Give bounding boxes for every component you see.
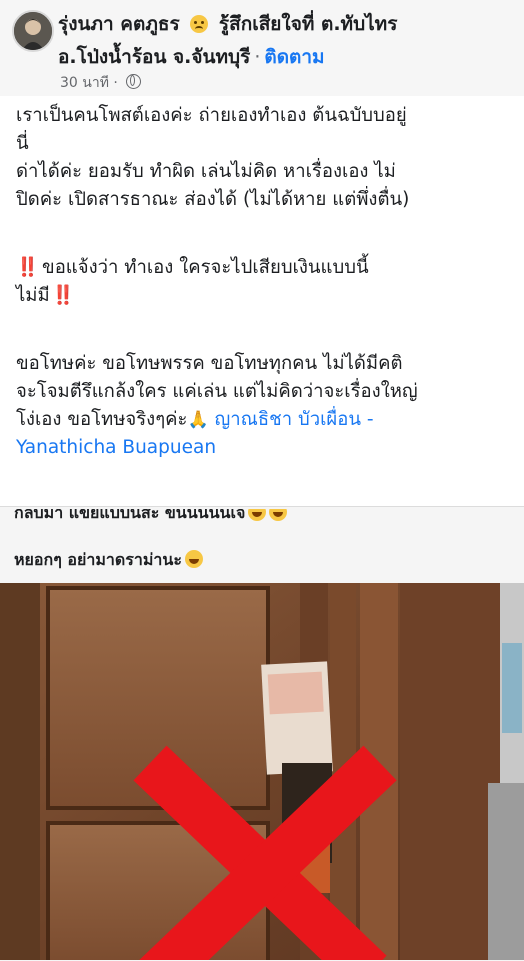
post-line: ไม่มี ‼️ — [16, 282, 516, 310]
avatar-image — [14, 12, 52, 50]
author-name[interactable]: รุ่งนภา คตภูธร — [58, 13, 180, 35]
post-line: ปิดค่ะ เปิดสารธาณะ ส่องได้ (ไม่ได้หาย แต… — [16, 189, 410, 210]
avatar[interactable] — [12, 10, 54, 52]
laughing-face-icon — [248, 509, 267, 521]
location-line: อ.โป่งน้ำร้อน จ.จันทบุรี · ติดตาม — [58, 45, 518, 69]
post-line-text: โง่เอง ขอโทษจริงๆค่ะ — [16, 409, 188, 430]
post-line: ด่าได้ค่ะ ยอมรับ ทำผิด เล่นไม่คิด หาเรื่… — [16, 161, 396, 182]
embedded-caption: หยอกๆ อย่ามาดราม่านะ — [14, 548, 203, 573]
sad-face-icon — [190, 15, 209, 33]
post-header: รุ่งนภา คตภูธร รู้สึกเสียใจที่ ต.ทับไทร … — [0, 0, 524, 96]
globe-icon[interactable] — [126, 74, 142, 89]
post-line-text: ขอแจ้งว่า ทำเอง ใครจะไปเสียบเงินแบบนี้ — [42, 257, 369, 278]
author-line: รุ่งนภา คตภูธร รู้สึกเสียใจที่ ต.ทับไทร — [58, 12, 518, 36]
laughing-face-icon — [184, 550, 203, 568]
double-exclamation-icon: ‼️ — [51, 285, 75, 306]
post-line-text: ไม่มี — [16, 285, 50, 306]
post-meta: 30 นาที · — [60, 74, 142, 92]
separator-dot: · — [254, 46, 261, 68]
follow-button[interactable]: ติดตาม — [264, 46, 324, 68]
embedded-caption-text: หยอกๆ อย่ามาดราม่านะ — [14, 550, 182, 569]
post-line: เราเป็นคนโพสต์เองค่ะ ถ่ายเองทำเอง ต้นฉบั… — [16, 105, 407, 126]
meta-dot: · — [113, 75, 123, 91]
praying-hands-icon: 🙏 — [187, 410, 209, 430]
double-exclamation-icon: ‼️ — [16, 257, 39, 278]
clipped-caption: กลับมา แขยแบบนสะ ขนนนนนเจ — [14, 509, 414, 525]
post-line: ‼️ ขอแจ้งว่า ทำเอง ใครจะไปเสียบเงินแบบนี้ — [16, 254, 516, 282]
location-text[interactable]: อ.โป่งน้ำร้อน จ.จันทบุรี — [58, 46, 250, 68]
post-line: ขอโทษค่ะ ขอโทษพรรค ขอโทษทุกคน ไม่ได้มีคต… — [16, 353, 403, 374]
feeling-text: รู้สึกเสียใจที่ ต.ทับไทร — [218, 13, 398, 35]
laughing-face-icon — [269, 509, 288, 521]
door-with-banknote-crossed-out-image — [0, 583, 524, 960]
mention-link[interactable]: Yanathicha Buapuean — [16, 437, 216, 458]
mention-link[interactable]: ญาณธิชา บัวเผื่อน - — [215, 409, 374, 430]
post-body: เราเป็นคนโพสต์เองค่ะ ถ่ายเองทำเอง ต้นฉบั… — [16, 102, 516, 462]
door-photo[interactable] — [0, 583, 524, 960]
clipped-caption-text: กลับมา แขยแบบนสะ ขนนนนนเจ — [14, 509, 246, 522]
timestamp[interactable]: 30 นาที — [60, 75, 109, 91]
post-line: Yanathicha Buapuean — [16, 434, 516, 462]
post-line: จะโจมตีรึแกล้งใคร แค่เล่น แต่ไม่คิดว่าจะ… — [16, 381, 418, 402]
post-line: นี่ — [16, 133, 29, 154]
post-line: โง่เอง ขอโทษจริงๆค่ะ🙏 ญาณธิชา บัวเผื่อน … — [16, 406, 516, 434]
